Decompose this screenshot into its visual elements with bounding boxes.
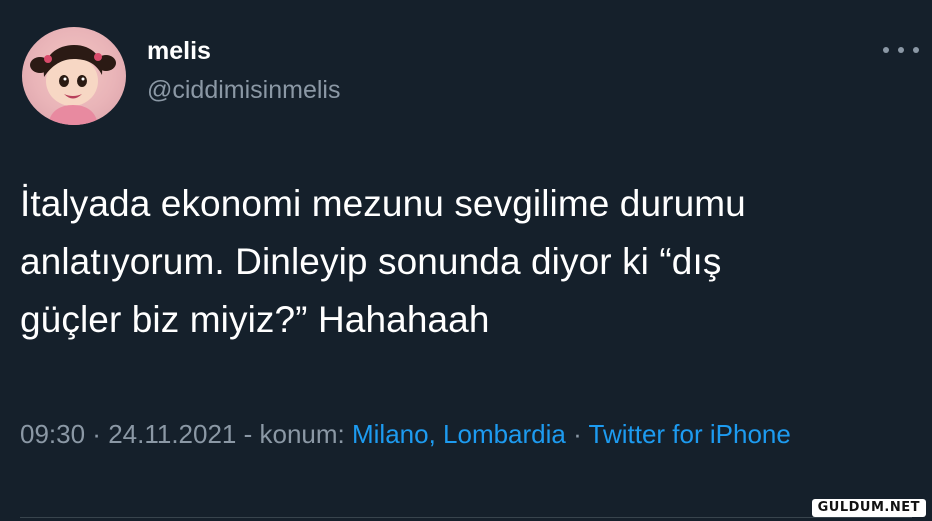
- tweet-time[interactable]: 09:30: [20, 419, 85, 449]
- author-handle[interactable]: @ciddimisinmelis: [147, 75, 340, 105]
- watermark-badge: GULDUM.NET: [811, 499, 926, 517]
- tweet-text: İtalyada ekonomi mezunu sevgilime durumu…: [20, 183, 746, 340]
- avatar-image: [30, 45, 116, 125]
- dot: [898, 47, 904, 53]
- tweet-meta: 09:30 · 24.11.2021 - konum: Milano, Lomb…: [20, 414, 900, 454]
- divider: [20, 517, 912, 518]
- dot: [883, 47, 889, 53]
- location-prefix: - konum:: [236, 419, 352, 449]
- dot: [913, 47, 919, 53]
- tweet-card: melis @ciddimisinmelis İtalyada ekonomi …: [0, 0, 932, 521]
- tweet-source-link[interactable]: Twitter for iPhone: [589, 419, 791, 449]
- author-display-name[interactable]: melis: [147, 36, 211, 66]
- avatar[interactable]: [22, 27, 126, 125]
- more-horizontal-icon[interactable]: [883, 42, 919, 58]
- meta-separator: ·: [565, 419, 589, 449]
- meta-separator: ·: [85, 419, 109, 449]
- tweet-location-link[interactable]: Milano, Lombardia: [352, 419, 566, 449]
- tweet-date[interactable]: 24.11.2021: [108, 419, 236, 449]
